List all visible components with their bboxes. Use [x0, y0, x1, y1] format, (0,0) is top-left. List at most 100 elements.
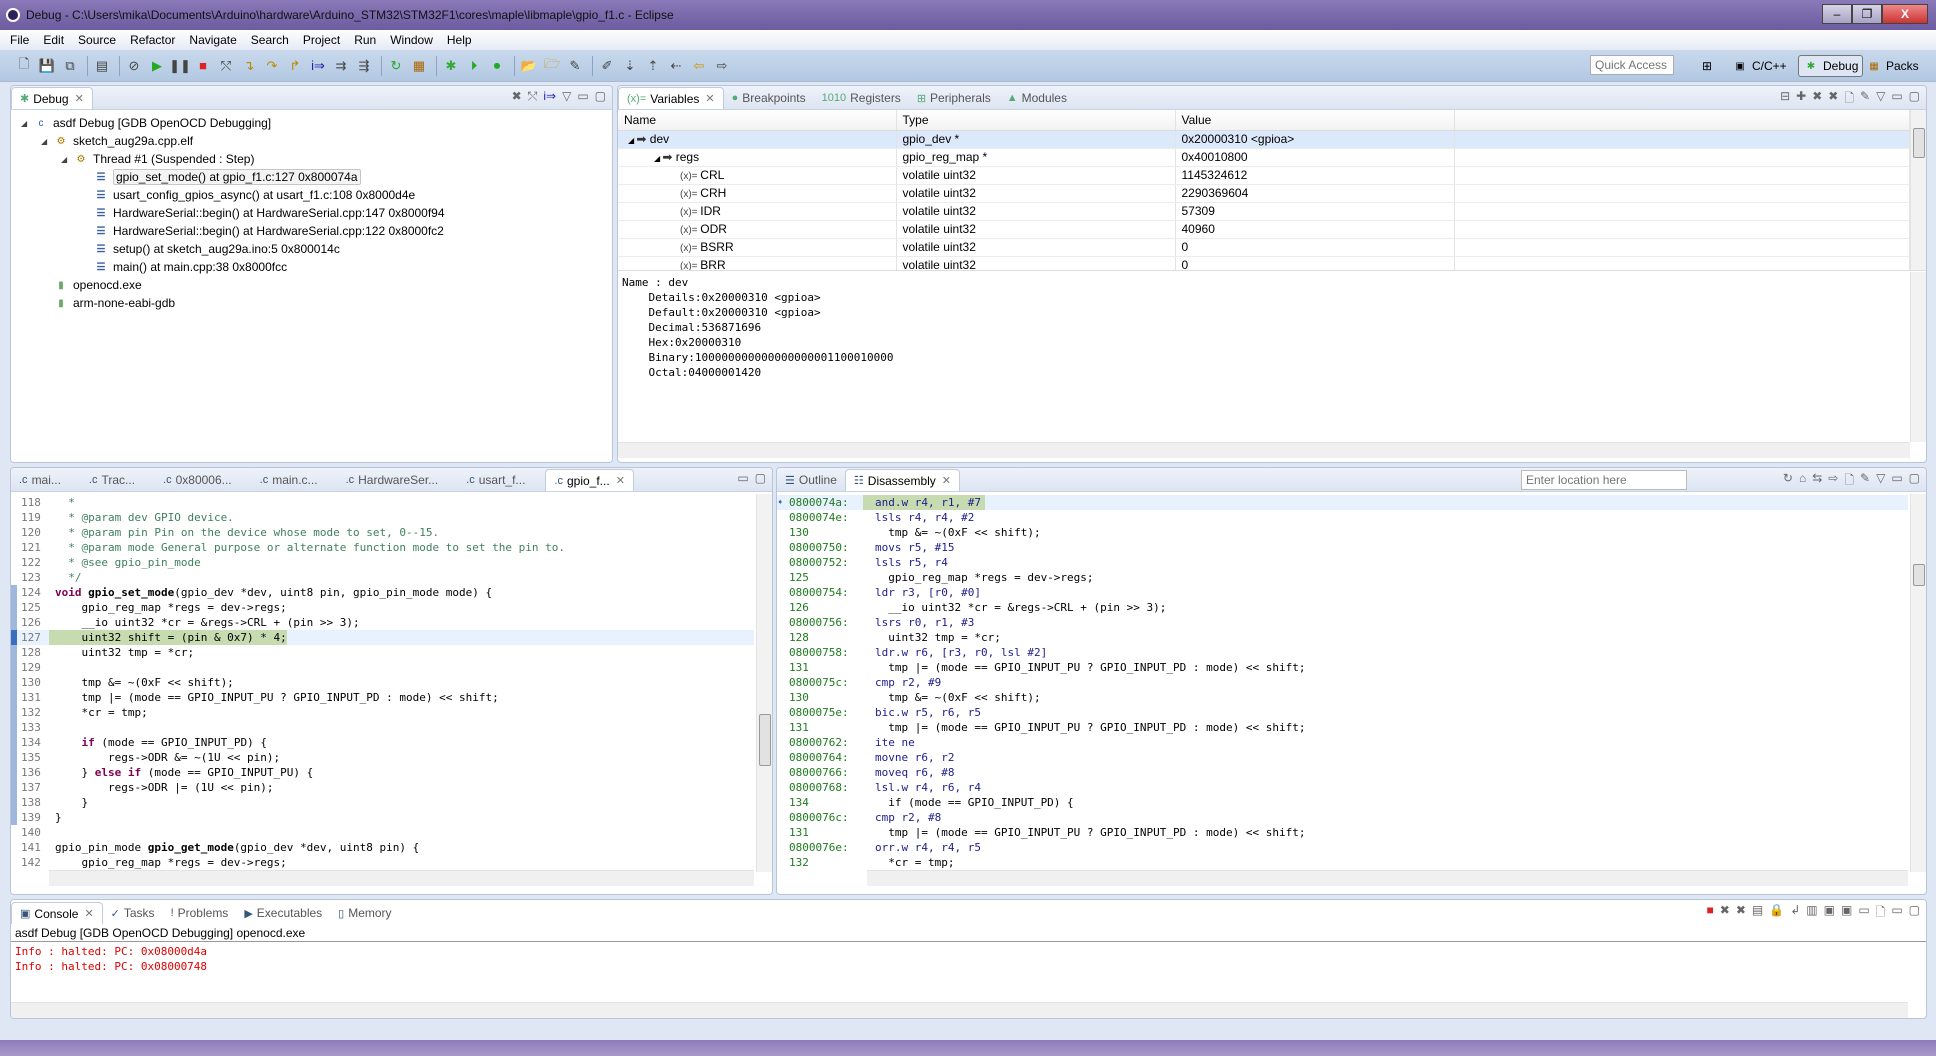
tab-tasks[interactable]: ✓ Tasks: [103, 902, 163, 924]
disassembly-line[interactable]: 0800076e: orr.w r4, r4, r5: [777, 840, 1908, 855]
instruction-step-icon[interactable]: i⇒: [543, 89, 556, 104]
tab-variables[interactable]: (x)= Variables ✕: [618, 87, 724, 109]
pin-icon[interactable]: ✎: [1860, 471, 1870, 492]
step-return-icon[interactable]: ↱: [285, 56, 305, 76]
packs-toolbar-icon[interactable]: ▦: [409, 56, 429, 76]
details-scrollbar[interactable]: [1910, 272, 1926, 442]
variable-value[interactable]: 57309: [1175, 202, 1455, 221]
new-icon[interactable]: 🗋: [14, 56, 34, 76]
perspective-cpp[interactable]: ▣ C/C++: [1728, 55, 1791, 77]
disassembly-line[interactable]: 08000750: movs r5, #15: [777, 540, 1908, 555]
show-on-output-icon[interactable]: ▣: [1824, 903, 1835, 924]
menu-refactor[interactable]: Refactor: [130, 33, 175, 47]
tree-item[interactable]: ▮ openocd.exe: [21, 276, 612, 294]
menu-project[interactable]: Project: [303, 33, 340, 47]
new-view-icon[interactable]: 🗋: [1844, 89, 1854, 110]
variable-value[interactable]: 0: [1175, 238, 1455, 257]
variable-row[interactable]: ◢ ➡ dev gpio_dev * 0x20000310 <gpioa>: [618, 130, 1910, 149]
expand-toggle-icon[interactable]: ◢: [41, 137, 53, 146]
menu-navigate[interactable]: Navigate: [189, 33, 236, 47]
maximize-view-icon[interactable]: ▢: [1909, 471, 1920, 492]
variable-value[interactable]: 2290369604: [1175, 184, 1455, 203]
forward-icon[interactable]: ⇨: [712, 56, 732, 76]
open-console-icon[interactable]: 🗋: [1876, 903, 1886, 924]
refresh-icon[interactable]: ↻: [1783, 471, 1793, 492]
view-menu-icon[interactable]: ▽: [1876, 89, 1885, 110]
last-edit-icon[interactable]: ⇠: [666, 56, 686, 76]
maximize-view-icon[interactable]: ▢: [595, 89, 606, 104]
view-menu-icon[interactable]: ▽: [1876, 471, 1885, 492]
word-wrap-icon[interactable]: ↲: [1790, 903, 1800, 924]
view-menu-icon[interactable]: ▽: [562, 89, 571, 104]
editor-tab[interactable]: .c gpio_f... ✕: [545, 469, 634, 491]
minimize-button[interactable]: –: [1822, 4, 1852, 24]
console-hscrollbar[interactable]: [11, 1002, 1908, 1018]
binary-icon[interactable]: ▤: [92, 56, 112, 76]
menu-help[interactable]: Help: [447, 33, 472, 47]
variable-row[interactable]: (x)= ODR volatile uint32 40960: [618, 220, 1910, 239]
close-button[interactable]: X: [1882, 4, 1928, 24]
scroll-lock-icon[interactable]: 🔒: [1769, 903, 1784, 924]
pen-icon[interactable]: ✎: [565, 56, 585, 76]
add-watch-icon[interactable]: ✚: [1796, 89, 1806, 110]
collapse-all-icon[interactable]: ⊟: [1780, 89, 1790, 110]
column-name[interactable]: Name: [618, 110, 897, 131]
perspective-debug[interactable]: ✱ Debug: [1798, 55, 1864, 77]
tree-item[interactable]: ☰ HardwareSerial::begin() at HardwareSeri…: [21, 204, 612, 222]
code-editor[interactable]: 118 * 119 * @param dev GPIO device. 120 * …: [11, 492, 754, 870]
restore-button[interactable]: ❐: [1852, 4, 1882, 24]
tab-executables[interactable]: ▶ Executables: [236, 902, 330, 924]
minimize-view-icon[interactable]: ▭: [1891, 89, 1902, 110]
disassembly-line[interactable]: 0800076c: cmp r2, #8: [777, 810, 1908, 825]
close-tab-icon[interactable]: ✕: [616, 474, 625, 487]
remove-terminated-icon[interactable]: ✖: [512, 89, 522, 104]
location-input[interactable]: [1521, 470, 1687, 490]
tree-item[interactable]: ▮ arm-none-eabi-gdb: [21, 294, 612, 312]
run-icon[interactable]: ⏵: [464, 56, 484, 76]
tab-problems[interactable]: ! Problems: [163, 902, 237, 924]
tree-item[interactable]: ◢ c asdf Debug [GDB OpenOCD Debugging]: [21, 114, 612, 132]
debug-run-icon[interactable]: ✱: [441, 56, 461, 76]
maximize-view-icon[interactable]: ▢: [1909, 89, 1920, 110]
restart-icon[interactable]: ↻: [386, 56, 406, 76]
tree-item[interactable]: ☰ setup() at sketch_aug29a.ino:5 0x800014…: [21, 240, 612, 258]
minimize-view-icon[interactable]: ▭: [737, 471, 748, 485]
open-type-icon[interactable]: 🗁: [542, 56, 562, 76]
tree-item[interactable]: ☰ main() at main.cpp:38 0x8000fcc: [21, 258, 612, 276]
tab-breakpoints[interactable]: ● Breakpoints: [724, 87, 814, 109]
close-tab-icon[interactable]: ✕: [705, 92, 714, 105]
display-console-icon[interactable]: ▭: [1858, 903, 1869, 924]
annotation-icon[interactable]: ✐: [597, 56, 617, 76]
disassembly-line[interactable]: 131 tmp |= (mode == GPIO_INPUT_PU ? GPIO…: [777, 720, 1908, 735]
editor-scrollbar[interactable]: [756, 494, 772, 872]
variable-value[interactable]: 0: [1175, 256, 1455, 270]
menu-edit[interactable]: Edit: [43, 33, 64, 47]
disassembly-line[interactable]: 132 *cr = tmp;: [777, 855, 1908, 870]
variable-value[interactable]: 0x20000310 <gpioa>: [1175, 130, 1455, 149]
minimize-view-icon[interactable]: ▭: [1891, 471, 1902, 492]
back-icon[interactable]: ⇦: [689, 56, 709, 76]
close-tab-icon[interactable]: ✕: [84, 907, 93, 920]
disassembly-line[interactable]: 0800074a: ➧ and.w r4, r1, #7: [777, 495, 1908, 510]
save-icon[interactable]: 💾: [37, 56, 57, 76]
step-into-icon[interactable]: ↴: [239, 56, 259, 76]
tab-debug[interactable]: ✱ Debug ✕: [11, 87, 93, 109]
column-type[interactable]: Type: [896, 110, 1176, 131]
show-source-icon[interactable]: ⇨: [1828, 471, 1838, 492]
suspend-icon[interactable]: ❚❚: [169, 56, 191, 76]
editor-tab[interactable]: .c mai...: [11, 469, 69, 491]
disassembly-line[interactable]: 08000764: movne r6, r2: [777, 750, 1908, 765]
expand-toggle-icon[interactable]: ◢: [21, 119, 33, 128]
tab-modules[interactable]: ▲ Modules: [999, 87, 1075, 109]
disassembly-line[interactable]: 130 tmp &= ~(0xF << shift);: [777, 690, 1908, 705]
disassembly-line[interactable]: 08000766: moveq r6, #8: [777, 765, 1908, 780]
tab-registers[interactable]: 1010 Registers: [814, 87, 909, 109]
variable-value[interactable]: 0x40010800: [1175, 148, 1455, 167]
variable-row[interactable]: (x)= CRH volatile uint32 2290369604: [618, 184, 1910, 203]
tab-memory[interactable]: ▯ Memory: [330, 902, 399, 924]
variable-row[interactable]: (x)= IDR volatile uint32 57309: [618, 202, 1910, 221]
variable-row[interactable]: ◢ ➡ regs gpio_reg_map * 0x40010800: [618, 148, 1910, 167]
tab-console[interactable]: ▣ Console ✕: [11, 902, 103, 924]
details-hscrollbar[interactable]: [618, 442, 1910, 458]
tree-item[interactable]: ◢ ⚙ Thread #1 (Suspended : Step): [21, 150, 612, 168]
